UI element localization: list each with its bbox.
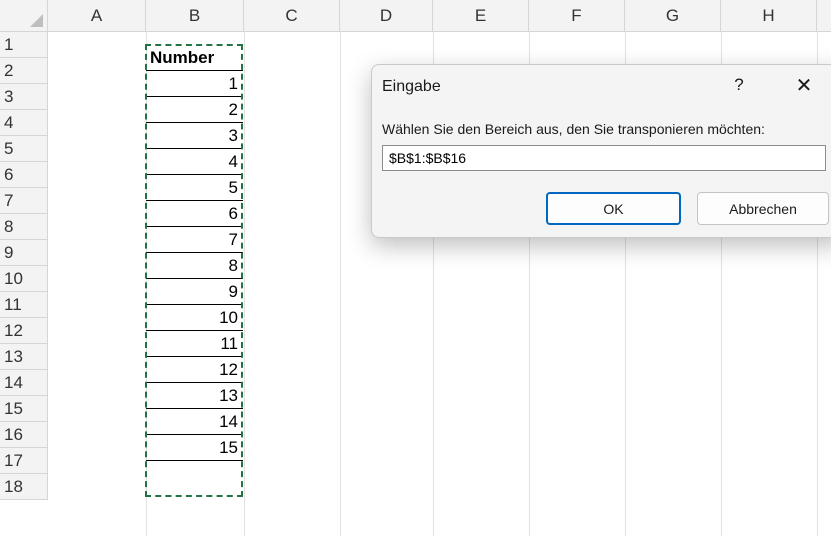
column-header-overflow xyxy=(817,0,831,32)
cell-b11[interactable]: 10 xyxy=(146,305,243,331)
cell-b9[interactable]: 8 xyxy=(146,253,243,279)
row-header-17[interactable]: 17 xyxy=(0,448,48,474)
row-header-5[interactable]: 5 xyxy=(0,136,48,162)
row-header-7[interactable]: 7 xyxy=(0,188,48,214)
range-input[interactable] xyxy=(382,145,826,171)
column-header-g[interactable]: G xyxy=(625,0,721,32)
cell-b7[interactable]: 6 xyxy=(146,201,243,227)
input-dialog: Eingabe ? ✕ Wählen Sie den Bereich aus, … xyxy=(371,64,831,238)
column-header-d[interactable]: D xyxy=(340,0,433,32)
select-all-corner[interactable] xyxy=(0,0,48,32)
column-header-h[interactable]: H xyxy=(721,0,817,32)
grid-line xyxy=(244,32,245,536)
column-header-c[interactable]: C xyxy=(244,0,340,32)
row-header-2[interactable]: 2 xyxy=(0,58,48,84)
column-header-a[interactable]: A xyxy=(48,0,146,32)
dialog-prompt: Wählen Sie den Bereich aus, den Sie tran… xyxy=(382,121,765,137)
close-icon[interactable]: ✕ xyxy=(792,73,816,98)
cell-b1-header[interactable]: Number xyxy=(146,45,243,71)
column-header-b[interactable]: B xyxy=(146,0,244,32)
dialog-title: Eingabe xyxy=(382,78,441,95)
cell-b13[interactable]: 12 xyxy=(146,357,243,383)
column-header-f[interactable]: F xyxy=(529,0,625,32)
row-header-14[interactable]: 14 xyxy=(0,370,48,396)
grid-line xyxy=(340,32,341,536)
row-header-12[interactable]: 12 xyxy=(0,318,48,344)
cell-b6[interactable]: 5 xyxy=(146,175,243,201)
column-header-e[interactable]: E xyxy=(433,0,529,32)
cell-b15[interactable]: 14 xyxy=(146,409,243,435)
row-header-13[interactable]: 13 xyxy=(0,344,48,370)
row-header-6[interactable]: 6 xyxy=(0,162,48,188)
row-header-9[interactable]: 9 xyxy=(0,240,48,266)
row-header-18[interactable]: 18 xyxy=(0,474,48,500)
ok-button[interactable]: OK xyxy=(546,192,681,225)
cell-b16[interactable]: 15 xyxy=(146,435,243,461)
row-header-16[interactable]: 16 xyxy=(0,422,48,448)
cell-b2[interactable]: 1 xyxy=(146,71,243,97)
cell-b4[interactable]: 3 xyxy=(146,123,243,149)
row-header-11[interactable]: 11 xyxy=(0,292,48,318)
row-header-10[interactable]: 10 xyxy=(0,266,48,292)
row-header-1[interactable]: 1 xyxy=(0,32,48,58)
cell-b12[interactable]: 11 xyxy=(146,331,243,357)
row-header-4[interactable]: 4 xyxy=(0,110,48,136)
cell-b3[interactable]: 2 xyxy=(146,97,243,123)
row-header-15[interactable]: 15 xyxy=(0,396,48,422)
cell-b5[interactable]: 4 xyxy=(146,149,243,175)
cell-b10[interactable]: 9 xyxy=(146,279,243,305)
select-all-triangle-icon xyxy=(30,14,43,27)
row-header-8[interactable]: 8 xyxy=(0,214,48,240)
cancel-button[interactable]: Abbrechen xyxy=(697,192,829,225)
cell-b8[interactable]: 7 xyxy=(146,227,243,253)
help-icon[interactable]: ? xyxy=(729,75,749,95)
row-header-3[interactable]: 3 xyxy=(0,84,48,110)
cell-b14[interactable]: 13 xyxy=(146,383,243,409)
